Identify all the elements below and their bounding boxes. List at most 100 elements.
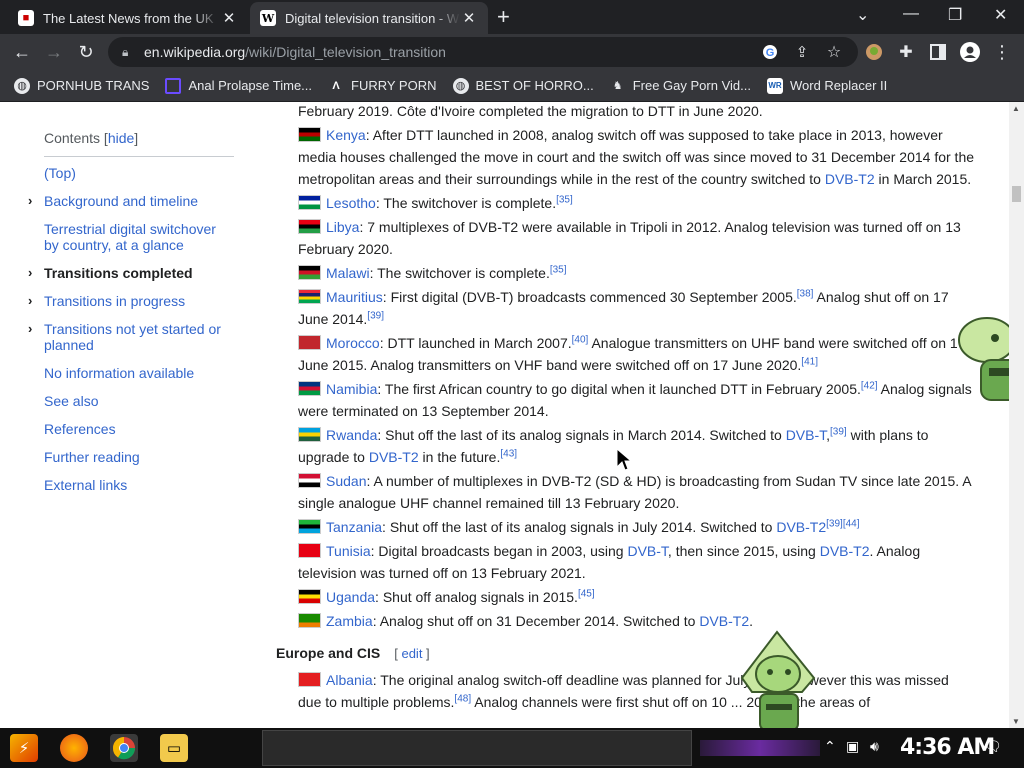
chevron-right-icon[interactable]: › — [28, 321, 32, 337]
tab-news[interactable]: ■ The Latest News from the UK ✕ — [8, 2, 248, 34]
side-panel-icon[interactable] — [926, 40, 950, 64]
edit-link[interactable]: edit — [401, 646, 422, 661]
country-link[interactable]: Libya — [326, 219, 359, 235]
toc-item[interactable]: No information available — [24, 365, 234, 381]
scroll-up-arrow-icon[interactable]: ▲ — [1012, 104, 1020, 113]
article-link[interactable]: DVB-T — [627, 543, 667, 559]
toc-item[interactable]: › Transitions completed — [24, 265, 234, 281]
toc-item[interactable]: Further reading — [24, 449, 234, 465]
country-link[interactable]: Lesotho — [326, 195, 376, 211]
volume-icon[interactable]: 🔊︎ — [870, 738, 879, 755]
bookmark-item[interactable]: ♞ Free Gay Porn Vid... — [610, 78, 751, 94]
close-tab-icon[interactable]: ✕ — [460, 9, 478, 27]
country-link[interactable]: Zambia — [326, 613, 373, 629]
country-link[interactable]: Mauritius — [326, 289, 383, 305]
country-link[interactable]: Malawi — [326, 265, 370, 281]
scrollbar-thumb[interactable] — [1012, 186, 1021, 202]
notifications-icon[interactable]: 🗨︎ — [984, 738, 1002, 755]
toc-item[interactable]: › Transitions in progress — [24, 293, 234, 309]
tab-wikipedia[interactable]: W Digital television transition - W ✕ — [250, 2, 488, 34]
country-link[interactable]: Albania — [326, 672, 373, 688]
chevron-right-icon[interactable]: › — [28, 193, 32, 209]
forward-button[interactable]: → — [42, 40, 66, 64]
network-icon[interactable]: ▣ — [846, 738, 859, 755]
citation-link[interactable]: [43] — [500, 448, 517, 459]
toc-item[interactable]: Terrestrial digital switchover by countr… — [24, 221, 234, 253]
chevron-right-icon[interactable]: › — [28, 265, 32, 281]
bookmark-favicon-icon: WR — [766, 77, 783, 94]
citation-link[interactable]: [39] — [830, 426, 847, 437]
country-entry: Zambia: Analog shut off on 31 December 2… — [276, 610, 976, 632]
start-menu-icon[interactable]: ⚡ — [10, 734, 38, 762]
citation-link[interactable]: [40] — [572, 334, 589, 345]
citation-link[interactable]: [45] — [578, 588, 595, 599]
bookmark-item[interactable]: WR Word Replacer II — [766, 77, 887, 94]
flag-icon — [298, 381, 321, 396]
article-link[interactable]: DVB-T — [786, 427, 826, 443]
tab-search-icon[interactable]: ⌄ — [856, 5, 869, 25]
tray-chevron-icon[interactable]: ⌃ — [824, 738, 836, 755]
firefox-icon[interactable] — [60, 734, 88, 762]
bookmark-star-icon[interactable]: ☆ — [822, 40, 846, 64]
taskbar-preview[interactable] — [262, 730, 692, 766]
restore-button[interactable]: ❐ — [948, 5, 962, 25]
article-link[interactable]: DVB-T2 — [820, 543, 870, 559]
citation-link[interactable]: [38] — [797, 288, 814, 299]
country-link[interactable]: Namibia — [326, 381, 377, 397]
minimize-button[interactable]: — — [903, 5, 919, 23]
country-link[interactable]: Uganda — [326, 589, 375, 605]
citation-link[interactable]: [48] — [454, 693, 471, 704]
country-link[interactable]: Morocco — [326, 335, 380, 351]
back-button[interactable]: ← — [10, 40, 34, 64]
bookmark-item[interactable]: Anal Prolapse Time... — [165, 77, 312, 94]
citation-link[interactable]: [41] — [801, 356, 818, 367]
extensions-puzzle-icon[interactable]: ✚ — [894, 40, 918, 64]
extension-avatar-icon[interactable] — [862, 40, 886, 64]
toc-item[interactable]: See also — [24, 393, 234, 409]
toc-hide-link[interactable]: hide — [108, 130, 134, 146]
address-bar[interactable]: 🔒︎ en.wikipedia.org/wiki/Digital_televis… — [108, 37, 858, 67]
toc-item[interactable]: References — [24, 421, 234, 437]
country-entry: Lesotho: The switchover is complete.[35] — [276, 192, 976, 214]
citation-link[interactable]: [35] — [550, 264, 567, 275]
article-link[interactable]: DVB-T2 — [776, 519, 826, 535]
entry-text: : DTT launched in March 2007. — [379, 335, 572, 351]
citation-link[interactable]: [39][44] — [826, 518, 859, 529]
article-link[interactable]: DVB-T2 — [825, 171, 875, 187]
toc-item[interactable]: External links — [24, 477, 234, 493]
article-link[interactable]: DVB-T2 — [369, 449, 419, 465]
entry-text: in March 2015. — [874, 171, 972, 187]
reload-button[interactable]: ↻ — [74, 40, 98, 64]
file-explorer-icon[interactable]: ▭ — [160, 734, 188, 762]
chevron-right-icon[interactable]: › — [28, 293, 32, 309]
taskbar-clock[interactable]: 4:36 AM — [900, 735, 995, 760]
toc-item[interactable]: (Top) — [24, 165, 234, 181]
google-icon[interactable]: G — [758, 40, 782, 64]
close-tab-icon[interactable]: ✕ — [220, 9, 238, 27]
toc-item[interactable]: › Background and timeline — [24, 193, 234, 209]
citation-link[interactable]: [35] — [556, 194, 573, 205]
country-link[interactable]: Tanzania — [326, 519, 382, 535]
page-scrollbar[interactable]: ▲ ▼ — [1009, 102, 1024, 728]
entry-text: : The first African country to go digita… — [377, 381, 861, 397]
profile-icon[interactable] — [958, 40, 982, 64]
menu-kebab-icon[interactable]: ⋮ — [990, 40, 1014, 64]
lock-icon[interactable]: 🔒︎ — [122, 45, 138, 60]
chrome-icon[interactable] — [110, 734, 138, 762]
country-link[interactable]: Tunisia — [326, 543, 371, 559]
bookmark-item[interactable]: Λ FURRY PORN — [328, 78, 436, 94]
bookmark-item[interactable]: ◍ PORNHUB TRANS — [14, 77, 149, 94]
article-link[interactable]: DVB-T2 — [699, 613, 749, 629]
country-link[interactable]: Rwanda — [326, 427, 377, 443]
close-window-button[interactable]: ✕ — [994, 5, 1007, 25]
scroll-down-arrow-icon[interactable]: ▼ — [1012, 717, 1020, 726]
citation-link[interactable]: [42] — [861, 380, 878, 391]
bookmark-item[interactable]: ◍ BEST OF HORRO... — [452, 77, 594, 94]
country-link[interactable]: Kenya — [326, 127, 366, 143]
flag-icon — [298, 195, 321, 210]
share-icon[interactable]: ⇪ — [790, 40, 814, 64]
new-tab-button[interactable]: + — [497, 5, 510, 29]
toc-item[interactable]: › Transitions not yet started or planned — [24, 321, 234, 353]
citation-link[interactable]: [39] — [367, 310, 384, 321]
country-link[interactable]: Sudan — [326, 473, 366, 489]
